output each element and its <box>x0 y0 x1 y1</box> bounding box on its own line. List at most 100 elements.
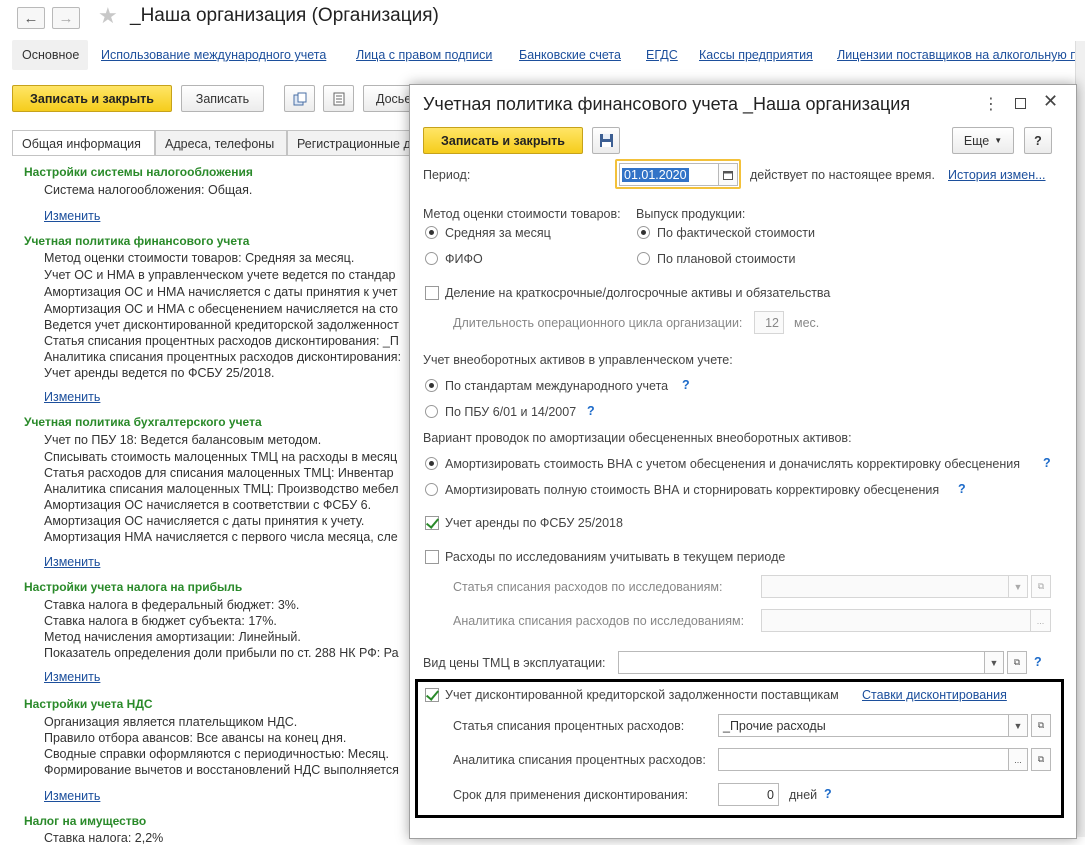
radio-method-avg[interactable] <box>425 226 438 239</box>
list-icon[interactable] <box>323 85 354 112</box>
maximize-icon[interactable] <box>1015 98 1026 109</box>
cycle-input[interactable]: 12 <box>754 311 784 334</box>
help-icon[interactable]: ? <box>1034 655 1042 669</box>
help-icon[interactable]: ? <box>682 378 690 392</box>
radio-impair-1[interactable] <box>425 457 438 470</box>
back-button[interactable]: ← <box>17 7 45 29</box>
section-title: Настройки учета налога на прибыль <box>24 580 243 594</box>
checkbox-research[interactable] <box>425 550 439 564</box>
radio-impair-2-label: Амортизировать полную стоимость ВНА и ст… <box>445 483 940 497</box>
tmc-price-input[interactable] <box>618 651 985 674</box>
help-icon[interactable]: ? <box>958 482 966 496</box>
section-line: Амортизация ОС и НМА с обесценением начи… <box>44 302 399 316</box>
section-line: Формирование вычетов и восстановлений НД… <box>44 763 399 777</box>
help-icon[interactable]: ? <box>587 404 595 418</box>
section-line: Учет аренды ведется по ФСБУ 25/2018. <box>44 366 275 380</box>
nav-cash[interactable]: Кассы предприятия <box>699 48 813 62</box>
radio-noncurrent-ifrs-label: По стандартам международного учета <box>445 379 669 393</box>
research-item-input[interactable] <box>761 575 1009 598</box>
save-close-button[interactable]: Записать и закрыть <box>12 85 172 112</box>
tab-general[interactable]: Общая информация <box>12 130 155 156</box>
tab-address[interactable]: Адреса, телефоны <box>155 130 287 156</box>
section-line: Учет по ПБУ 18: Ведется балансовым метод… <box>44 433 322 447</box>
section-title: Учетная политика бухгалтерского учета <box>24 415 262 429</box>
print-icon[interactable] <box>284 85 315 112</box>
radio-method-fifo[interactable] <box>425 252 438 265</box>
period-input[interactable]: 01.01.2020 <box>619 163 719 186</box>
checkbox-split-assets[interactable] <box>425 286 439 300</box>
cycle-label: Длительность операционного цикла организ… <box>453 316 743 330</box>
save-disk-icon[interactable] <box>592 127 620 154</box>
edit-link[interactable]: Изменить <box>44 209 100 223</box>
window-title: _Наша организация (Организация) <box>130 5 439 26</box>
research-analytics-input[interactable] <box>761 609 1031 632</box>
section-title: Настройки учета НДС <box>24 697 153 711</box>
open-icon[interactable]: ⧉ <box>1007 651 1027 674</box>
open-icon[interactable]: ⧉ <box>1031 575 1051 598</box>
checkbox-lease[interactable] <box>425 516 439 530</box>
checkbox-discount[interactable] <box>425 688 439 702</box>
nav-signers[interactable]: Лица с правом подписи <box>356 48 492 62</box>
impair-label: Вариант проводок по амортизации обесцене… <box>423 431 852 445</box>
radio-impair-2[interactable] <box>425 483 438 496</box>
dropdown-arrow-icon[interactable]: ▼ <box>984 651 1004 674</box>
help-icon[interactable]: ? <box>1043 456 1051 470</box>
interest-item-input[interactable]: _Прочие расходы <box>718 714 1009 737</box>
dialog-title: Учетная политика финансового учета _Наша… <box>423 94 911 114</box>
radio-output-plan[interactable] <box>637 252 650 265</box>
open-icon[interactable]: ⧉ <box>1031 748 1051 771</box>
nav-main[interactable]: Основное <box>22 48 79 62</box>
edit-link[interactable]: Изменить <box>44 670 100 684</box>
help-button[interactable]: ? <box>1024 127 1052 154</box>
history-link[interactable]: История измен... <box>948 168 1046 182</box>
term-input[interactable]: 0 <box>718 783 779 806</box>
edit-link[interactable]: Изменить <box>44 789 100 803</box>
discount-rates-link[interactable]: Ставки дисконтирования <box>862 688 1007 702</box>
dropdown-arrow-icon[interactable]: ▼ <box>1008 714 1028 737</box>
open-icon[interactable]: ⧉ <box>1031 714 1051 737</box>
help-icon[interactable]: ? <box>824 787 832 801</box>
nav-licenses[interactable]: Лицензии поставщиков на алкогольную п <box>837 48 1077 62</box>
dialog-save-close-button[interactable]: Записать и закрыть <box>423 127 583 154</box>
interest-analytics-input[interactable] <box>718 748 1009 771</box>
radio-method-fifo-label: ФИФО <box>445 252 483 266</box>
radio-noncurrent-pbu[interactable] <box>425 405 438 418</box>
section-line: Амортизация ОС начисляется в соответстви… <box>44 498 372 512</box>
close-icon[interactable]: ✕ <box>1043 91 1058 112</box>
more-vert-icon[interactable]: ⋮ <box>983 94 999 114</box>
select-ellipsis-icon[interactable]: ... <box>1030 609 1051 632</box>
edit-link[interactable]: Изменить <box>44 555 100 569</box>
term-unit: дней <box>789 788 818 802</box>
nav-bank-accounts[interactable]: Банковские счета <box>519 48 621 62</box>
more-button[interactable]: Еще ▼ <box>952 127 1014 154</box>
calendar-icon[interactable] <box>718 163 738 186</box>
checkbox-split-assets-label: Деление на краткосрочные/долгосрочные ак… <box>445 286 831 300</box>
section-line: Ставка налога в федеральный бюджет: 3%. <box>44 598 300 612</box>
save-button[interactable]: Записать <box>181 85 264 112</box>
section-line: Статья расходов для списания малоценных … <box>44 466 394 480</box>
select-ellipsis-icon[interactable]: ... <box>1008 748 1028 771</box>
nav-intl-accounting[interactable]: Использование международного учета <box>101 48 326 62</box>
checkbox-research-label: Расходы по исследованиям учитывать в тек… <box>445 550 786 564</box>
radio-output-actual-label: По фактической стоимости <box>657 226 815 240</box>
section-line: Ведется учет дисконтированной кредиторск… <box>44 318 399 332</box>
section-line: Учет ОС и НМА в управленческом учете вед… <box>44 268 396 282</box>
section-line: Аналитика списания малоценных ТМЦ: Произ… <box>44 482 399 496</box>
section-line: Ставка налога в бюджет субъекта: 17%. <box>44 614 277 628</box>
section-line: Метод начисления амортизации: Линейный. <box>44 630 301 644</box>
forward-button[interactable]: → <box>52 7 80 29</box>
method-label: Метод оценки стоимости товаров: <box>423 207 621 221</box>
section-line: Амортизация ОС и НМА начисляется с даты … <box>44 285 398 299</box>
checkbox-lease-label: Учет аренды по ФСБУ 25/2018 <box>445 516 623 530</box>
nav-egds[interactable]: ЕГДС <box>646 48 678 62</box>
radio-output-actual[interactable] <box>637 226 650 239</box>
tmc-price-label: Вид цены ТМЦ в эксплуатации: <box>423 656 606 670</box>
dropdown-arrow-icon[interactable]: ▼ <box>1008 575 1028 598</box>
accounting-policy-dialog: Учетная политика финансового учета _Наша… <box>409 84 1077 839</box>
radio-noncurrent-ifrs[interactable] <box>425 379 438 392</box>
cycle-unit: мес. <box>794 316 820 330</box>
favorite-star-icon[interactable]: ★ <box>98 3 118 29</box>
edit-link[interactable]: Изменить <box>44 390 100 404</box>
tab-registration[interactable]: Регистрационные д <box>287 130 427 156</box>
checkbox-discount-label: Учет дисконтированной кредиторской задол… <box>445 688 839 702</box>
